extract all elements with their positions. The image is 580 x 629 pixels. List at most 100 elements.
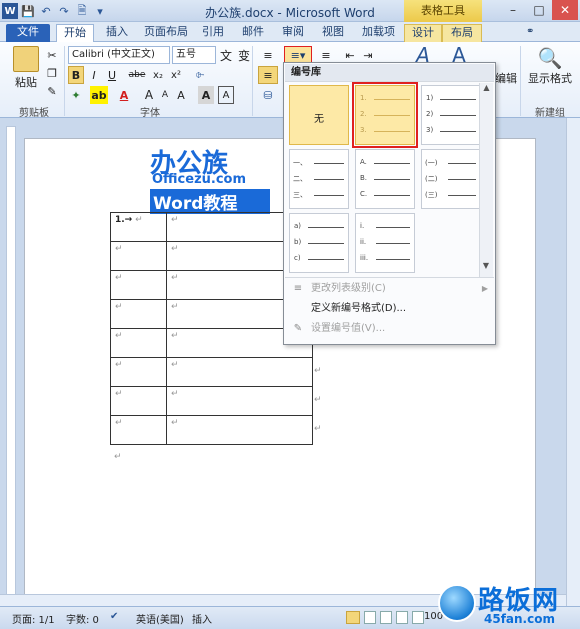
numbering-roman-tile[interactable]: i. ii. iii. [355, 213, 415, 273]
tile-line-label: c) [294, 254, 301, 262]
subscript-button[interactable]: x₂ [150, 66, 166, 84]
tile-line [440, 131, 476, 132]
tile-line-label: 二、 [293, 175, 307, 183]
scroll-up-icon[interactable]: ▲ [480, 83, 493, 92]
char-shading-button[interactable]: A [198, 86, 214, 104]
numbering-paren-tile[interactable]: 1) 2) 3) [421, 85, 481, 145]
enclosed-char-icon[interactable]: A [218, 86, 234, 104]
font-size-combo[interactable]: 五号 [172, 46, 216, 64]
customize-qat-icon[interactable]: ▾ [92, 3, 108, 19]
word-app-icon[interactable]: W [2, 3, 18, 19]
clipboard-group-label: 剪贴板 [19, 108, 49, 119]
change-list-level-item[interactable]: ≡ 更改列表级别(C) ▶ [285, 279, 494, 299]
paste-button[interactable]: 粘贴 [8, 46, 44, 90]
close-icon[interactable]: ✕ [552, 0, 578, 20]
officezu-logo-en: Officezu.com [152, 172, 247, 187]
table-cell[interactable]: 1.→ ↵ [110, 212, 167, 242]
tile-line [376, 227, 410, 228]
vertical-scrollbar[interactable] [566, 118, 580, 606]
table-cell[interactable]: ↵ [166, 415, 313, 445]
tab-review[interactable]: 审阅 [276, 24, 310, 42]
dropdown-scrollbar[interactable]: ▲ ▼ [479, 83, 493, 277]
minimize-icon[interactable]: – [500, 0, 526, 20]
underline-button[interactable]: U [104, 66, 120, 84]
editing-button[interactable]: 编辑 [494, 70, 518, 86]
table-cell[interactable]: ↵ [110, 357, 167, 387]
tab-insert[interactable]: 插入 [100, 24, 134, 42]
tab-home[interactable]: 开始 [56, 24, 94, 42]
table-cell[interactable]: ↵ [166, 386, 313, 416]
phonetic-guide-icon[interactable]: 文 [218, 46, 234, 64]
shrink-font-button[interactable]: A [158, 86, 172, 104]
italic-button[interactable]: I [86, 66, 102, 84]
table-cell[interactable]: ↵ [110, 241, 167, 271]
help-icon[interactable]: ⚭ [520, 24, 540, 42]
full-screen-reading-icon[interactable] [364, 611, 376, 624]
tab-file[interactable]: 文件 [6, 24, 50, 42]
numbering-upper-alpha-tile[interactable]: A. B. C. [355, 149, 415, 209]
bullets-icon[interactable]: ≡ [258, 46, 278, 64]
scroll-down-icon[interactable]: ▼ [480, 261, 492, 270]
tab-page-layout[interactable]: 页面布局 [138, 24, 194, 42]
save-icon[interactable]: 💾 [20, 3, 36, 19]
numbering-none-tile[interactable]: 无 [289, 85, 349, 145]
tab-table-design[interactable]: 设计 [404, 24, 442, 42]
window-title: 办公族.docx - Microsoft Word [205, 6, 375, 20]
numbering-lower-alpha-tile[interactable]: a) b) c) [289, 213, 349, 273]
tile-line [374, 179, 410, 180]
text-effects-icon[interactable]: ✦ [68, 86, 84, 104]
table-cell[interactable]: ↵ [166, 357, 313, 387]
word-count[interactable]: 字数: 0 [66, 611, 99, 626]
numbering-decimal-tile[interactable]: 1. 2. 3. [352, 82, 418, 148]
print-preview-icon[interactable]: 🗎 [74, 3, 90, 19]
char-border-icon[interactable]: 变 [236, 46, 252, 64]
cell-marker: ↵ [171, 215, 179, 225]
highlight-color-icon[interactable]: ab [90, 86, 108, 104]
show-format-button[interactable]: 🔍 显示格式 [522, 46, 578, 86]
superscript-button[interactable]: x² [168, 66, 184, 84]
bold-button[interactable]: B [68, 66, 84, 84]
undo-icon[interactable]: ↶ [38, 3, 54, 19]
proofing-icon[interactable]: ✔ [110, 611, 118, 622]
print-layout-view-icon[interactable] [346, 611, 360, 624]
change-case-button[interactable]: A [174, 86, 188, 104]
tab-references[interactable]: 引用 [196, 24, 230, 42]
grow-font-button[interactable]: A [142, 86, 156, 104]
maximize-icon[interactable]: □ [526, 0, 552, 20]
tile-line [440, 99, 476, 100]
new-group-label: 新建组 [535, 108, 565, 119]
set-numbering-value-item[interactable]: ✎ 设置编号值(V)... [285, 319, 494, 339]
tab-mailings[interactable]: 邮件 [236, 24, 270, 42]
font-color-button[interactable]: A [116, 86, 132, 104]
table-cell[interactable]: ↵ [110, 328, 167, 358]
copy-icon[interactable]: ❐ [44, 64, 60, 82]
outline-view-icon[interactable] [396, 611, 408, 624]
insert-mode-indicator[interactable]: 插入 [192, 611, 212, 626]
numbering-chinese-tile[interactable]: 一、 二、 三、 [289, 149, 349, 209]
web-layout-icon[interactable] [380, 611, 392, 624]
table-cell[interactable]: ↵ [110, 415, 167, 445]
table-cell[interactable]: ↵ [110, 386, 167, 416]
numbering-chinese-paren-tile[interactable]: (一) (二) (三) [421, 149, 481, 209]
strikethrough-button[interactable]: abe [126, 66, 148, 84]
format-painter-icon[interactable]: ✎ [44, 82, 60, 100]
tab-addins[interactable]: 加载项 [356, 24, 401, 42]
draft-view-icon[interactable] [412, 611, 424, 624]
page-count[interactable]: 页面: 1/1 [12, 611, 55, 626]
cut-icon[interactable]: ✂ [44, 46, 60, 64]
align-left-icon[interactable]: ≡ [258, 66, 278, 84]
tile-line [448, 179, 476, 180]
tab-view[interactable]: 视图 [316, 24, 350, 42]
cell-marker: ↵ [115, 389, 123, 399]
language-indicator[interactable]: 英语(美国) [136, 611, 184, 626]
table-cell[interactable]: ↵ [110, 299, 167, 329]
table-cell[interactable]: ↵ [110, 270, 167, 300]
tab-table-layout[interactable]: 布局 [442, 24, 482, 42]
clear-formatting-icon[interactable]: ⌱ [192, 66, 208, 84]
font-name-combo[interactable]: Calibri (中文正文) [68, 46, 170, 64]
shading-icon[interactable]: ⛁ [258, 86, 278, 104]
cell-marker: ↵ [115, 418, 123, 428]
redo-icon[interactable]: ↷ [56, 3, 72, 19]
define-new-number-format-item[interactable]: 定义新编号格式(D)... [285, 299, 494, 319]
row-end-marker: ↵ [314, 366, 322, 376]
